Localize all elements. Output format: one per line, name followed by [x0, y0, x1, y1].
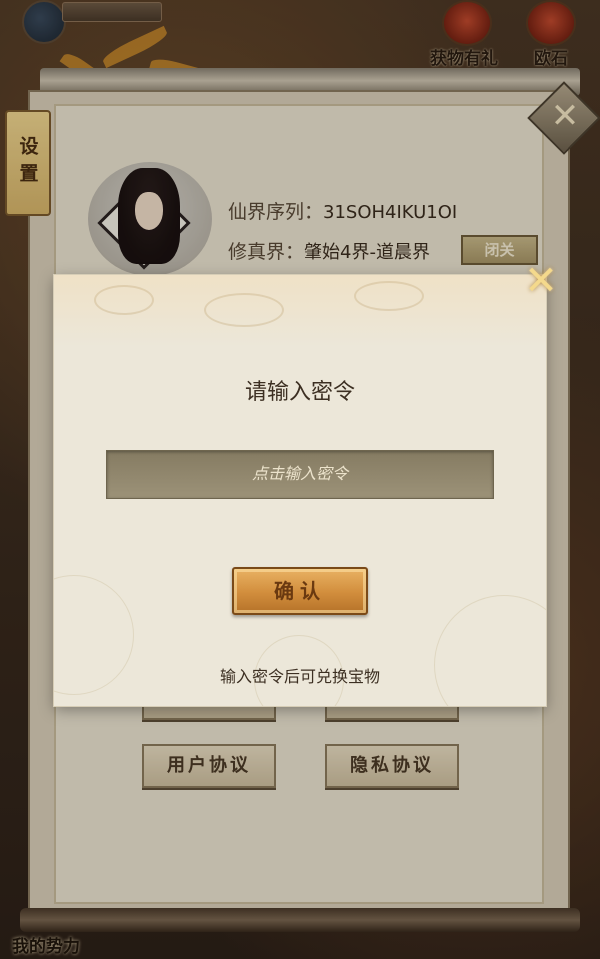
password-input[interactable]	[106, 450, 494, 499]
confirm-button[interactable]: 确认	[232, 567, 368, 615]
close-icon[interactable]: ✕	[522, 261, 560, 301]
password-dialog: 请输入密令 确认 输入密令后可兑换宝物	[54, 275, 546, 706]
pattern-decoration	[434, 595, 546, 706]
dialog-title: 请输入密令	[244, 380, 355, 405]
game-screen: 获物有礼 欧石 设置 ✕ 仙界序列：31SOH4IKU1OI 修真界：肇始4界-…	[0, 0, 600, 959]
cloud-decoration	[204, 293, 284, 327]
cloud-decoration	[94, 285, 154, 315]
cloud-decoration	[354, 281, 424, 311]
dialog-hint: 输入密令后可兑换宝物	[219, 667, 380, 686]
